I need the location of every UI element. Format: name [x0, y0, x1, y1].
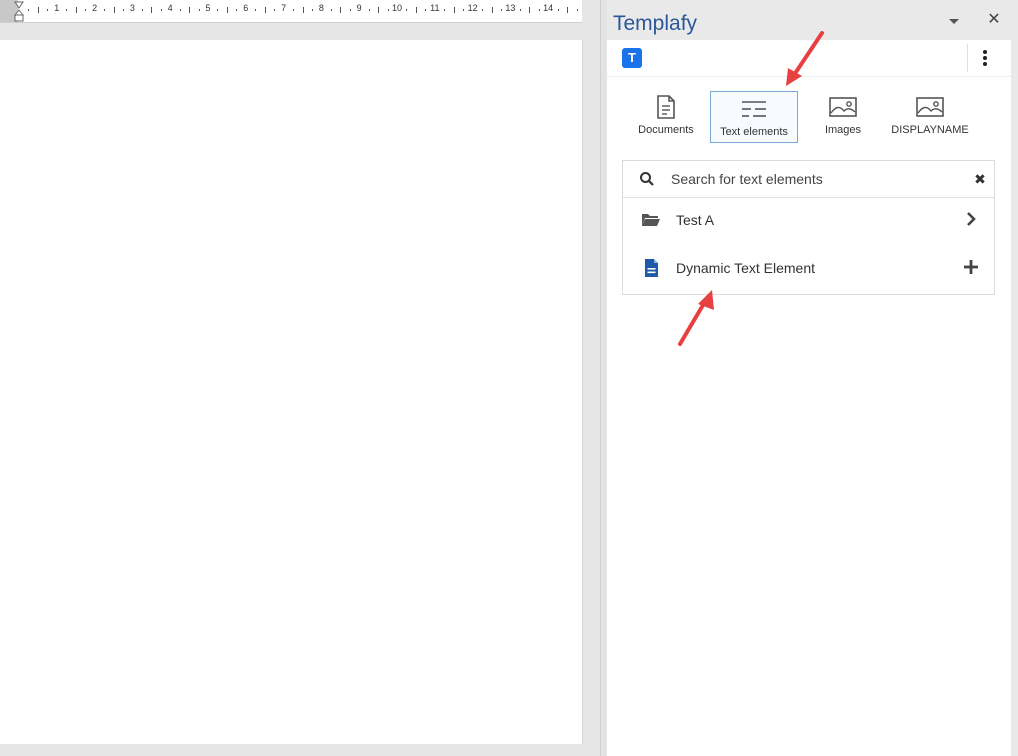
ruler-number: 13: [505, 3, 516, 13]
ruler-number: 3: [129, 3, 135, 13]
ruler-tick: [179, 9, 181, 11]
ruler-tick: [236, 9, 238, 11]
tab-documents[interactable]: Documents: [627, 90, 705, 142]
ruler-tick: [557, 9, 559, 11]
tab-text-elements-label: Text elements: [720, 126, 788, 138]
ruler-number: 4: [167, 3, 173, 13]
ruler-tick: [28, 9, 30, 11]
ruler-tick: [406, 9, 408, 11]
tab-displayname-label: DISPLAYNAME: [891, 124, 969, 136]
pane-title: Templafy: [613, 12, 698, 35]
tab-images-label: Images: [824, 124, 862, 136]
folder-open-icon: [642, 214, 660, 226]
templafy-logo: T: [622, 48, 642, 68]
ruler-tick: [198, 9, 200, 11]
ruler-tick: [293, 9, 295, 11]
ruler-tick: [444, 9, 446, 11]
ruler-tick: [453, 7, 455, 13]
document-area: 1 2 3 4 5 6 7 8 9 10 11 12 13 14: [0, 0, 600, 756]
ruler-tick: [160, 9, 162, 11]
clear-search-icon[interactable]: ✖: [972, 171, 988, 187]
ruler-tick: [378, 7, 380, 13]
ruler-tick: [75, 7, 77, 13]
text-document-icon: [645, 259, 658, 277]
text-elements-list: ✖ Test A Dynamic Text E: [622, 160, 995, 295]
ruler-number: 5: [205, 3, 211, 13]
ruler-tick: [529, 7, 531, 13]
ruler-number: 2: [92, 3, 98, 13]
ruler-tick: [226, 7, 228, 13]
category-tabs: Documents Text elements Images DISPLAYNA…: [627, 90, 997, 146]
ruler-tick: [463, 9, 465, 11]
ruler-tick: [122, 9, 124, 11]
text-elements-icon: [742, 101, 766, 117]
ruler-tick: [274, 9, 276, 11]
templafy-task-pane: Templafy ✕ T Documents Text elements Ima…: [607, 0, 1018, 756]
ruler-number: 11: [430, 3, 440, 13]
ruler-tick: [66, 9, 68, 11]
ruler-tick: [311, 9, 313, 11]
ruler-tick: [189, 7, 191, 13]
pane-content: T Documents Text elements Images DISPLAY…: [607, 40, 1011, 756]
list-item-text-element[interactable]: Dynamic Text Element: [623, 245, 994, 291]
ruler-number: 9: [356, 3, 362, 13]
ruler-tick: [482, 9, 484, 11]
ruler-tick: [415, 7, 417, 13]
ruler-tick: [104, 9, 106, 11]
tab-displayname[interactable]: DISPLAYNAME: [887, 90, 973, 142]
ruler-tick: [567, 7, 569, 13]
tab-text-elements[interactable]: Text elements: [710, 91, 798, 143]
ruler-tick: [519, 9, 521, 11]
plus-icon[interactable]: [961, 257, 981, 277]
ruler-tick: [576, 9, 578, 11]
ruler-number: 8: [318, 3, 324, 13]
horizontal-ruler[interactable]: 1 2 3 4 5 6 7 8 9 10 11 12 13 14: [0, 0, 582, 23]
ruler-tick: [151, 7, 153, 13]
ruler-tick: [500, 9, 502, 11]
ruler-tick: [491, 7, 493, 13]
search-row: ✖: [623, 161, 994, 198]
search-icon: [640, 172, 654, 186]
ruler-tick: [141, 9, 143, 11]
ruler-number: 7: [281, 3, 287, 13]
document-icon: [657, 95, 675, 119]
ruler-number: 14: [543, 3, 554, 13]
ruler-tick: [538, 9, 540, 11]
list-item-label: Dynamic Text Element: [676, 260, 816, 276]
ruler-tick: [302, 7, 304, 13]
ruler-number: 1: [54, 3, 60, 13]
more-options-icon[interactable]: [979, 48, 991, 68]
pane-options-dropdown-icon[interactable]: [947, 14, 961, 28]
ruler-number: 12: [467, 3, 478, 13]
ruler-tick: [85, 9, 87, 11]
search-input[interactable]: [671, 167, 961, 191]
ruler-tick: [387, 9, 389, 11]
templafy-topbar: T: [607, 40, 1011, 77]
document-page[interactable]: [0, 40, 583, 744]
ruler-tick: [217, 9, 219, 11]
ruler-number: 10: [391, 3, 403, 13]
ruler-tick: [349, 9, 351, 11]
ruler-tick: [47, 9, 49, 11]
tab-documents-label: Documents: [638, 124, 694, 136]
tab-images[interactable]: Images: [813, 90, 873, 142]
list-item-folder[interactable]: Test A: [623, 197, 994, 243]
ruler-tick: [37, 7, 39, 13]
ruler-tick: [425, 9, 427, 11]
indent-marker-icon[interactable]: [14, 0, 24, 22]
menu-divider: [967, 44, 968, 72]
list-item-label: Test A: [676, 212, 715, 228]
ruler-tick: [255, 9, 257, 11]
close-icon[interactable]: ✕: [987, 12, 1001, 28]
chevron-right-icon[interactable]: [961, 209, 981, 229]
ruler-tick: [340, 7, 342, 13]
ruler-tick: [113, 7, 115, 13]
ruler-tick: [264, 7, 266, 13]
image-icon: [829, 97, 857, 117]
ruler-tick: [368, 9, 370, 11]
image-icon: [916, 97, 944, 117]
ruler-number: 6: [243, 3, 249, 13]
ruler-tick: [330, 9, 332, 11]
